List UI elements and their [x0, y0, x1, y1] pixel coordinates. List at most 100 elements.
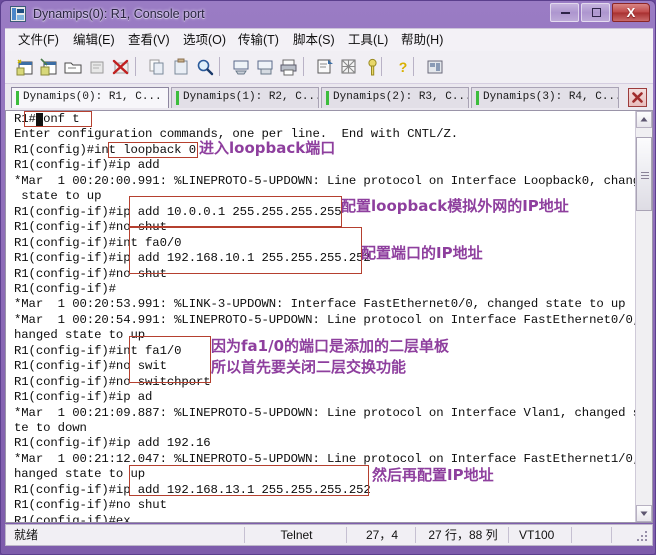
- tab-status-indicator: [176, 91, 179, 105]
- terminal-line: R1(config-if)#no switchport: [14, 374, 211, 389]
- svg-text:?: ?: [399, 59, 408, 75]
- tab-label: Dynamips(0): R1, C...: [23, 91, 162, 103]
- minimize-icon: [561, 12, 570, 14]
- terminal-line: R1(config-if)#: [14, 281, 116, 296]
- terminal-line: hanged state to up: [14, 467, 146, 482]
- terminal-line: R1(config)#int loopback 0: [14, 142, 196, 157]
- terminal-line: R1#conf t: [14, 112, 80, 126]
- maximize-icon: [592, 8, 601, 17]
- disconnect-icon[interactable]: [111, 57, 131, 77]
- minimize-button[interactable]: [550, 3, 579, 22]
- terminal-line: R1(config-if)#ip add: [14, 158, 160, 173]
- tab-status-indicator: [326, 91, 329, 105]
- terminal-line: R1(config-if)#no shut: [14, 220, 167, 235]
- terminal-cursor: [36, 113, 44, 126]
- session-tab-2[interactable]: Dynamips(2): R3, C...: [321, 87, 469, 108]
- close-icon: X: [626, 5, 636, 20]
- toolbar-separator: [413, 57, 414, 76]
- terminal-line: *Mar 1 00:20:00.991: %LINEPROTO-5-UPDOWN…: [14, 173, 635, 188]
- scroll-down-arrow[interactable]: [636, 505, 652, 522]
- menu-item-6[interactable]: 脚本(S): [288, 31, 340, 50]
- tab-status-indicator: [16, 91, 19, 105]
- copy-icon[interactable]: [147, 57, 167, 77]
- tab-label: Dynamips(3): R4, C...: [483, 91, 619, 103]
- annotation-text-0: 进入loopback端口: [199, 139, 336, 157]
- terminal-output[interactable]: R1#conf t Enter configuration commands, o…: [6, 111, 635, 522]
- toolbar-separator: [135, 57, 136, 76]
- tab-bar: Dynamips(0): R1, C... Dynamips(1): R2, C.…: [5, 84, 653, 110]
- connect-icon[interactable]: [87, 57, 107, 77]
- annotation-text-5: 然后再配置IP地址: [372, 466, 494, 484]
- close-tab-button[interactable]: [628, 88, 647, 107]
- terminal-line: *Mar 1 00:20:54.991: %LINEPROTO-5-UPDOWN…: [14, 312, 635, 327]
- terminal-area: R1#conf t Enter configuration commands, o…: [5, 110, 653, 523]
- print-screen-icon[interactable]: [231, 57, 251, 77]
- menu-item-3[interactable]: 查看(V): [123, 31, 175, 50]
- open-folder-icon[interactable]: [63, 57, 83, 77]
- tab-label: Dynamips(1): R2, C...: [183, 91, 319, 103]
- terminal-line: R1(config-if)#ip add 192.168.13.1 255.25…: [14, 482, 371, 497]
- arrange-icon[interactable]: [425, 57, 445, 77]
- menu-item-5[interactable]: 传输(T): [233, 31, 284, 50]
- status-cursor-position: 27，4: [365, 528, 399, 542]
- annotation-text-4: 所以首先要关闭二层交换功能: [211, 358, 407, 376]
- tab-label: Dynamips(2): R3, C...: [333, 91, 469, 103]
- menu-item-4[interactable]: 选项(O): [178, 31, 231, 50]
- toolbar-separator: [219, 57, 220, 76]
- new-session-icon[interactable]: [15, 57, 35, 77]
- terminal-scrollbar[interactable]: [635, 111, 652, 522]
- toolbar: ?: [5, 51, 653, 84]
- help-icon[interactable]: ?: [393, 57, 413, 77]
- terminal-line: R1(config-if)#int fa0/0: [14, 235, 182, 250]
- annotation-text-2: 配置端口的IP地址: [361, 244, 483, 262]
- annotation-text-1: 配置loopback模拟外网的IP地址: [341, 197, 569, 215]
- close-button[interactable]: X: [612, 3, 650, 22]
- session-tab-1[interactable]: Dynamips(1): R2, C...: [171, 87, 319, 108]
- terminal-line: R1(config-if)#ip add 192.168.10.1 255.25…: [14, 251, 371, 266]
- status-emulation: VT100: [519, 528, 555, 542]
- title-bar[interactable]: Dynamips(0): R1, Console port X: [1, 1, 656, 27]
- terminal-line: te to down: [14, 421, 87, 435]
- paste-icon[interactable]: [171, 57, 191, 77]
- clone-session-icon[interactable]: [39, 57, 59, 77]
- terminal-line: R1(config-if)#no shut: [14, 498, 167, 513]
- terminal-line: R1(config-if)#ip add 192.16: [14, 436, 211, 451]
- toolbar-separator: [303, 57, 304, 76]
- status-screen-size: 27 行，88 列: [428, 528, 498, 542]
- status-bar: 就绪 Telnet 27，4 27 行，88 列 VT100: [5, 524, 653, 546]
- status-protocol: Telnet: [280, 528, 313, 542]
- menu-item-1[interactable]: 文件(F): [13, 31, 64, 50]
- scroll-up-arrow[interactable]: [636, 111, 652, 128]
- terminal-line: state to up: [14, 189, 102, 204]
- menu-item-7[interactable]: 工具(L): [343, 31, 393, 50]
- terminal-line: hanged state to up: [14, 328, 146, 343]
- session-tab-3[interactable]: Dynamips(3): R4, C...: [471, 87, 619, 108]
- window-title: Dynamips(0): R1, Console port: [33, 7, 205, 21]
- scroll-thumb[interactable]: [636, 137, 652, 211]
- session-tab-0[interactable]: Dynamips(0): R1, C...: [11, 87, 169, 108]
- tab-status-indicator: [476, 91, 479, 105]
- maximize-button[interactable]: [581, 3, 610, 22]
- terminal-line: *Mar 1 00:20:53.991: %LINK-3-UPDOWN: Int…: [14, 297, 626, 312]
- terminal-line: R1(config-if)#ex: [14, 513, 131, 522]
- global-options-icon[interactable]: [339, 57, 359, 77]
- terminal-line: R1(config-if)#ip add 10.0.0.1 255.255.25…: [14, 204, 342, 219]
- terminal-window-icon: [10, 6, 26, 22]
- resize-grip[interactable]: [637, 531, 649, 543]
- print-icon[interactable]: [279, 57, 299, 77]
- terminal-line: R1(config-if)#ip ad: [14, 390, 153, 405]
- log-session-icon[interactable]: [255, 57, 275, 77]
- toolbar-separator: [381, 57, 382, 76]
- session-options-icon[interactable]: [315, 57, 335, 77]
- terminal-line: R1(config-if)#no swit: [14, 359, 167, 374]
- menu-bar: 文件(F) 编辑(E) 查看(V) 选项(O) 传输(T) 脚本(S) 工具(L) 帮助(H): [5, 28, 653, 52]
- status-ready: 就绪: [14, 528, 39, 542]
- terminal-line: *Mar 1 00:21:12.047: %LINEPROTO-5-UPDOWN…: [14, 451, 635, 466]
- application-window: Dynamips(0): R1, Console port X 文件(F) 编辑(…: [0, 0, 656, 555]
- terminal-line: *Mar 1 00:21:09.887: %LINEPROTO-5-UPDOWN…: [14, 405, 635, 420]
- menu-item-2[interactable]: 编辑(E): [68, 31, 120, 50]
- key-icon[interactable]: [363, 57, 383, 77]
- menu-item-8[interactable]: 帮助(H): [396, 31, 448, 50]
- annotation-text-3: 因为fa1/0的端口是添加的二层单板: [211, 337, 450, 355]
- find-icon[interactable]: [195, 57, 215, 77]
